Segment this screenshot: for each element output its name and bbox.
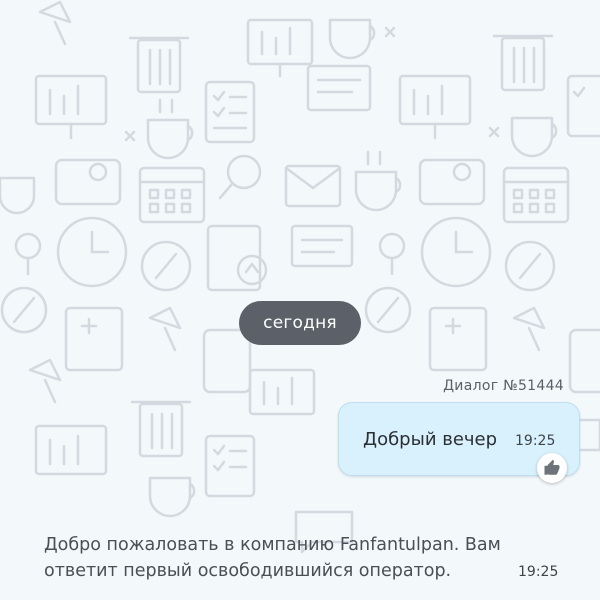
- thumbs-up-icon: [544, 459, 560, 475]
- date-separator: сегодня: [239, 301, 361, 345]
- outgoing-message-time: 19:25: [515, 433, 556, 449]
- incoming-message[interactable]: Добро пожаловать в компанию Fanfantulpan…: [44, 532, 558, 584]
- dialog-number-label: Диалог №51444: [443, 378, 564, 394]
- incoming-message-time: 19:25: [518, 564, 559, 580]
- date-separator-label: сегодня: [263, 313, 337, 333]
- outgoing-message-text: Добрый вечер: [363, 429, 498, 450]
- like-reaction-button[interactable]: [537, 453, 567, 483]
- incoming-message-text: Добро пожаловать в компанию Fanfantulpan…: [44, 535, 501, 581]
- chat-area[interactable]: сегодня Диалог №51444 Добрый вечер 19:25…: [0, 0, 600, 600]
